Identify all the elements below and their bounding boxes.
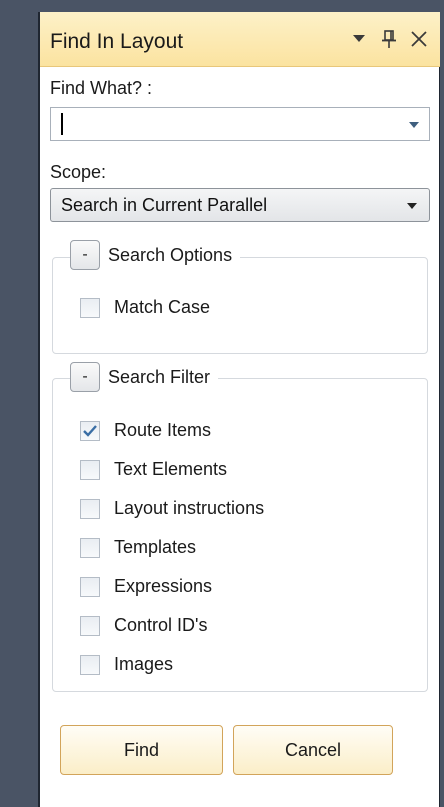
pin-icon[interactable] [376, 26, 402, 52]
checkbox-row-control-ids[interactable]: Control ID's [80, 615, 207, 636]
panel-titlebar: Find In Layout [40, 12, 440, 67]
search-filter-title: Search Filter [108, 366, 211, 387]
find-what-dropdown-icon[interactable] [409, 122, 419, 128]
text-elements-checkbox[interactable] [80, 459, 100, 480]
scope-label: Scope: [50, 162, 107, 182]
checkmark-icon [83, 424, 97, 437]
expressions-label: Expressions [114, 576, 213, 596]
expressions-checkbox[interactable] [80, 576, 100, 597]
text-caret [61, 113, 63, 135]
match-case-checkbox[interactable] [80, 297, 100, 318]
checkbox-row-images[interactable]: Images [80, 654, 173, 675]
panel-title-controls [342, 26, 432, 52]
search-options-header: - Search Options [70, 240, 241, 270]
control-ids-checkbox[interactable] [80, 615, 100, 636]
window-frame-right [440, 0, 444, 807]
cancel-button[interactable]: Cancel [233, 725, 393, 775]
route-items-label: Route Items [114, 420, 212, 440]
layout-instructions-checkbox[interactable] [80, 498, 100, 519]
panel-title: Find In Layout [50, 30, 184, 53]
checkbox-row-templates[interactable]: Templates [80, 537, 196, 558]
checkbox-row-layout-instructions[interactable]: Layout instructions [80, 498, 264, 519]
images-label: Images [114, 654, 174, 674]
search-options-title: Search Options [108, 244, 233, 265]
scope-select[interactable]: Search in Current Parallel [50, 188, 430, 222]
search-filter-collapse-button[interactable]: - [70, 362, 100, 392]
templates-label: Templates [114, 537, 197, 557]
checkbox-row-expressions[interactable]: Expressions [80, 576, 212, 597]
collapse-icon: - [82, 246, 88, 263]
match-case-label: Match Case [114, 297, 211, 317]
dropdown-arrow-icon[interactable] [346, 26, 372, 52]
images-checkbox[interactable] [80, 654, 100, 675]
checkbox-row-match-case[interactable]: Match Case [80, 297, 210, 318]
find-what-label: Find What? : [50, 78, 153, 98]
collapse-icon: - [82, 368, 88, 385]
templates-checkbox[interactable] [80, 537, 100, 558]
chevron-down-icon [407, 203, 417, 209]
checkbox-row-route-items[interactable]: Route Items [80, 420, 211, 441]
close-icon[interactable] [406, 26, 432, 52]
scope-selected-value: Search in Current Parallel [61, 195, 268, 215]
find-button[interactable]: Find [60, 725, 223, 775]
search-options-collapse-button[interactable]: - [70, 240, 100, 270]
window-frame-top [0, 0, 444, 12]
find-what-input[interactable] [50, 107, 430, 141]
text-elements-label: Text Elements [114, 459, 228, 479]
checkbox-row-text-elements[interactable]: Text Elements [80, 459, 227, 480]
find-in-layout-panel: Find In Layout Find What? : Scope: Searc… [38, 12, 440, 807]
route-items-checkbox[interactable] [80, 420, 100, 441]
layout-instructions-label: Layout instructions [114, 498, 265, 518]
control-ids-label: Control ID's [114, 615, 208, 635]
search-filter-header: - Search Filter [70, 362, 219, 392]
window-frame-left [0, 0, 38, 807]
